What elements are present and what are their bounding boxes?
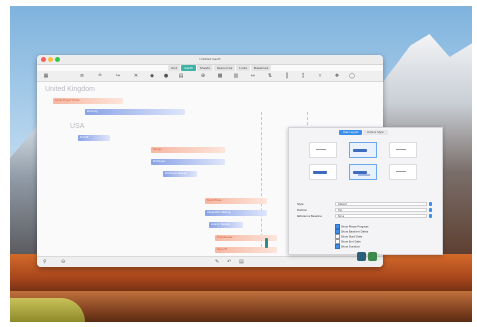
dock [357,252,377,261]
columns-icon[interactable]: ╏ [300,73,306,79]
undo-icon[interactable]: ↶ [227,259,231,265]
option-checkbox[interactable]: Show Duration [335,244,360,249]
task-bar[interactable]: Prototype [151,159,225,165]
task-label: Kickoff [80,136,89,139]
grass-foreground [10,298,85,322]
field-label: Reference Baseline [297,215,322,218]
inspector-panel: Task Layout Date & Style Style Default P… [288,127,443,255]
position-select[interactable]: Top [335,208,427,212]
filter-icon[interactable]: ▿ [317,73,323,79]
task-bar[interactable]: Launch Review [209,222,243,228]
tab-task-layout[interactable]: Task Layout [339,130,363,135]
indent-icon[interactable]: ≡ [79,73,85,79]
unlink-icon[interactable]: ✕ [133,73,139,79]
task-label: Design [153,148,162,151]
task-bar[interactable]: Design [151,147,225,153]
color-icon[interactable]: ● [163,73,169,79]
zoom-icon[interactable]: ⊕ [200,73,206,79]
align-icon[interactable]: ║ [284,73,290,79]
title-bar[interactable]: Untitled Gantt [37,55,383,65]
layout-option[interactable] [389,164,417,180]
tab-date-style[interactable]: Date & Style [363,130,388,135]
share-icon[interactable]: ◯ [349,73,355,79]
baseline-icon[interactable]: ▤ [178,73,184,79]
task-label: Build Phase [207,199,222,202]
task-bar[interactable]: Sign-off [215,247,277,253]
layout-option[interactable] [309,164,337,180]
inspector-icon[interactable]: ▤ [239,259,244,265]
grid-view-icon[interactable]: ▦ [43,73,49,79]
chevron-down-icon[interactable] [429,214,432,218]
task-label: Prototype Review [165,172,187,175]
task-label: Some Project Phase [55,99,80,102]
tools-icon[interactable]: ❖ [334,73,340,79]
outdent-icon[interactable]: ≟ [97,73,103,79]
task-label: Launch Review [211,223,230,226]
status-bar: ⚲ ⊖ ✎ ↶ ▤ [37,256,383,267]
layout-option[interactable] [349,142,377,158]
task-bar[interactable]: Planning [85,109,185,115]
task-label: Final Review [217,236,233,239]
today-line [261,112,262,252]
baseline-select[interactable]: None [335,214,427,218]
link-icon[interactable]: ↪ [115,73,121,79]
zoom-out-icon[interactable]: ⊖ [61,259,65,265]
chevron-down-icon[interactable] [429,202,432,206]
toolbar: ▦ ≡ ≟ ↪ ✕ ◆ ● ▤ ⊕ ▩ ▥ ↦ ⇅ ║ ╏ ▿ ❖ ◯ [37,71,383,82]
app-icon[interactable] [357,252,366,261]
task-label: Sign-off [217,248,227,251]
chevron-down-icon[interactable] [429,208,432,212]
field-label: Position [297,209,308,212]
layout-option[interactable] [389,142,417,158]
milestone-icon[interactable]: ◆ [149,73,155,79]
task-label: Prototype [153,160,166,163]
window-title: Untitled Gantt [199,57,221,61]
split-icon[interactable]: ⇅ [267,73,273,79]
schedule-icon[interactable]: ▥ [233,73,239,79]
style-select[interactable]: Default [335,202,427,206]
inspector-tabs: Task Layout Date & Style [339,130,388,135]
task-label: Integration Testing [207,211,231,214]
field-label: Style [297,203,304,206]
pencil-icon[interactable]: ✎ [215,259,219,265]
milestone-marker[interactable] [265,238,268,248]
group-title-uk: United Kingdom [45,86,95,93]
task-bar[interactable]: Prototype Review [163,171,197,177]
search-icon[interactable]: ⚲ [43,259,47,265]
task-bar[interactable]: Kickoff [78,135,110,141]
layout-option[interactable] [349,164,377,180]
critical-path-icon[interactable]: ↦ [250,73,256,79]
task-label: Planning [87,110,98,113]
task-bar[interactable]: Some Project Phase [53,98,123,104]
layout-option[interactable] [309,142,337,158]
app-icon[interactable] [368,252,377,261]
task-bar[interactable]: Build Phase [205,198,267,204]
task-bar[interactable]: Integration Testing [205,210,267,216]
option-label: Show Duration [341,245,361,249]
group-title-usa: USA [70,123,85,130]
chart-icon[interactable]: ▩ [217,73,223,79]
